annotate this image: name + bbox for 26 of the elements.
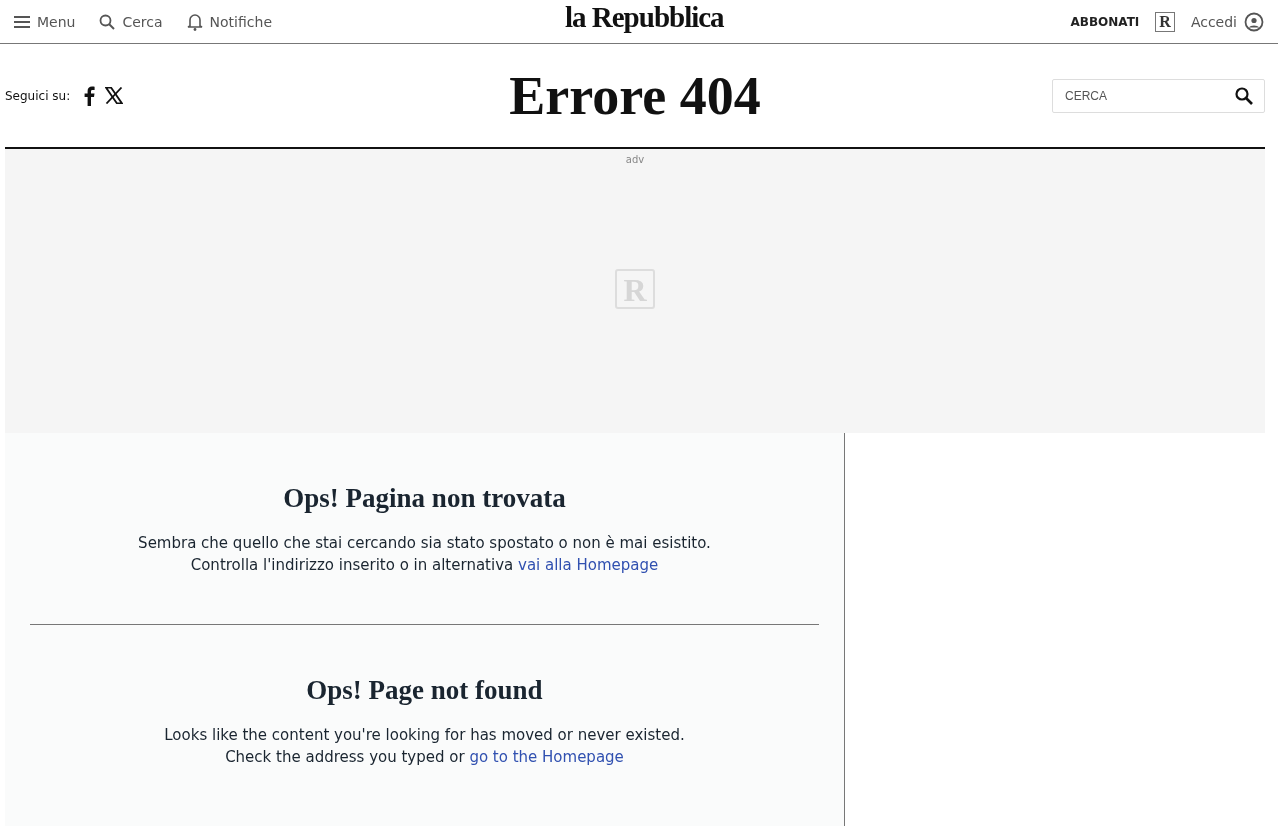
error-hint: Controlla l'indirizzo inserito o in alternativa: [190, 556, 514, 574]
error-text: Sembra che quello che stai cercando sia stato spostato o non è mai esistito.: [137, 533, 712, 554]
menu-button[interactable]: Menu: [14, 13, 76, 30]
user-icon: [1244, 11, 1264, 32]
page-title: Errore 404: [509, 64, 761, 127]
error-text: Looks like the content you're looking for has moved or never existed.: [163, 725, 686, 746]
facebook-icon[interactable]: [84, 85, 96, 106]
error-heading: Ops! Pagina non trovata: [282, 483, 567, 514]
error-heading: Ops! Page not found: [305, 675, 544, 706]
search-field[interactable]: CERCA: [1052, 78, 1265, 113]
site-logo[interactable]: la Repubblica: [565, 1, 724, 34]
error-hint: Check the address you typed or: [225, 748, 465, 766]
login-button[interactable]: Accedi: [1190, 11, 1264, 32]
x-icon[interactable]: [105, 87, 124, 104]
homepage-link[interactable]: go to the Homepage: [469, 748, 624, 766]
ad-label: adv: [625, 154, 645, 165]
search-button[interactable]: Cerca: [99, 13, 163, 30]
homepage-link[interactable]: vai alla Homepage: [518, 556, 659, 574]
bell-icon: [186, 12, 203, 31]
search-icon: [99, 13, 116, 30]
r-logo-badge[interactable]: R: [1155, 11, 1175, 32]
follow-label: Seguici su:: [5, 88, 71, 103]
menu-icon: [14, 15, 30, 28]
search-icon[interactable]: [1235, 86, 1253, 105]
subscribe-link[interactable]: ABBONATI: [1070, 14, 1140, 29]
notifications-button[interactable]: Notifiche: [186, 12, 272, 31]
